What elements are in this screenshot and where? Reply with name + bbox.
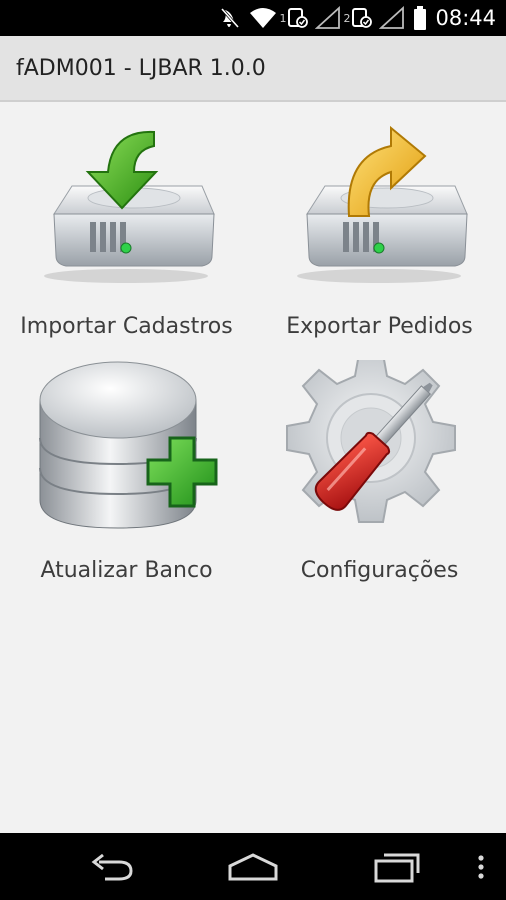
export-orders-button[interactable]: Exportar Pedidos [253,102,506,347]
import-records-button[interactable]: Importar Cadastros [0,102,253,347]
home-icon [228,852,278,880]
export-orders-label: Exportar Pedidos [286,314,473,339]
sim1-label: 1 [279,11,287,25]
sim-data-icon [287,6,309,30]
wifi-icon [249,7,277,29]
import-records-label: Importar Cadastros [20,314,233,339]
database-add-icon [39,361,218,529]
settings-label: Configurações [300,558,459,583]
hdd-download-icon [44,130,215,283]
update-database-button[interactable]: Atualizar Banco [0,346,253,591]
home-button[interactable] [218,833,288,900]
gear-screwdriver-icon [286,360,456,523]
recents-button[interactable] [362,833,432,900]
mute-icon [219,6,241,30]
clock: 08:44 [435,6,496,30]
signal-icon [315,6,341,30]
overflow-menu-icon [478,854,484,879]
settings-button[interactable]: Configurações [253,346,506,591]
signal-icon-2 [379,6,405,30]
recents-icon [374,853,420,882]
action-bar: fADM001 - LJBAR 1.0.0 [0,36,506,102]
overflow-menu-button[interactable] [466,833,496,900]
sim2-label: 2 [343,11,351,25]
back-icon [91,853,133,880]
status-bar: 1 2 08:44 [0,0,506,36]
hdd-upload-icon [297,125,468,283]
back-button[interactable] [78,833,148,900]
update-database-label: Atualizar Banco [40,558,213,583]
app-title: fADM001 - LJBAR 1.0.0 [16,56,266,81]
status-icons: 1 2 08:44 [219,0,506,36]
battery-icon [413,5,427,31]
navigation-bar [0,833,506,900]
sim-data-icon-2 [351,6,373,30]
